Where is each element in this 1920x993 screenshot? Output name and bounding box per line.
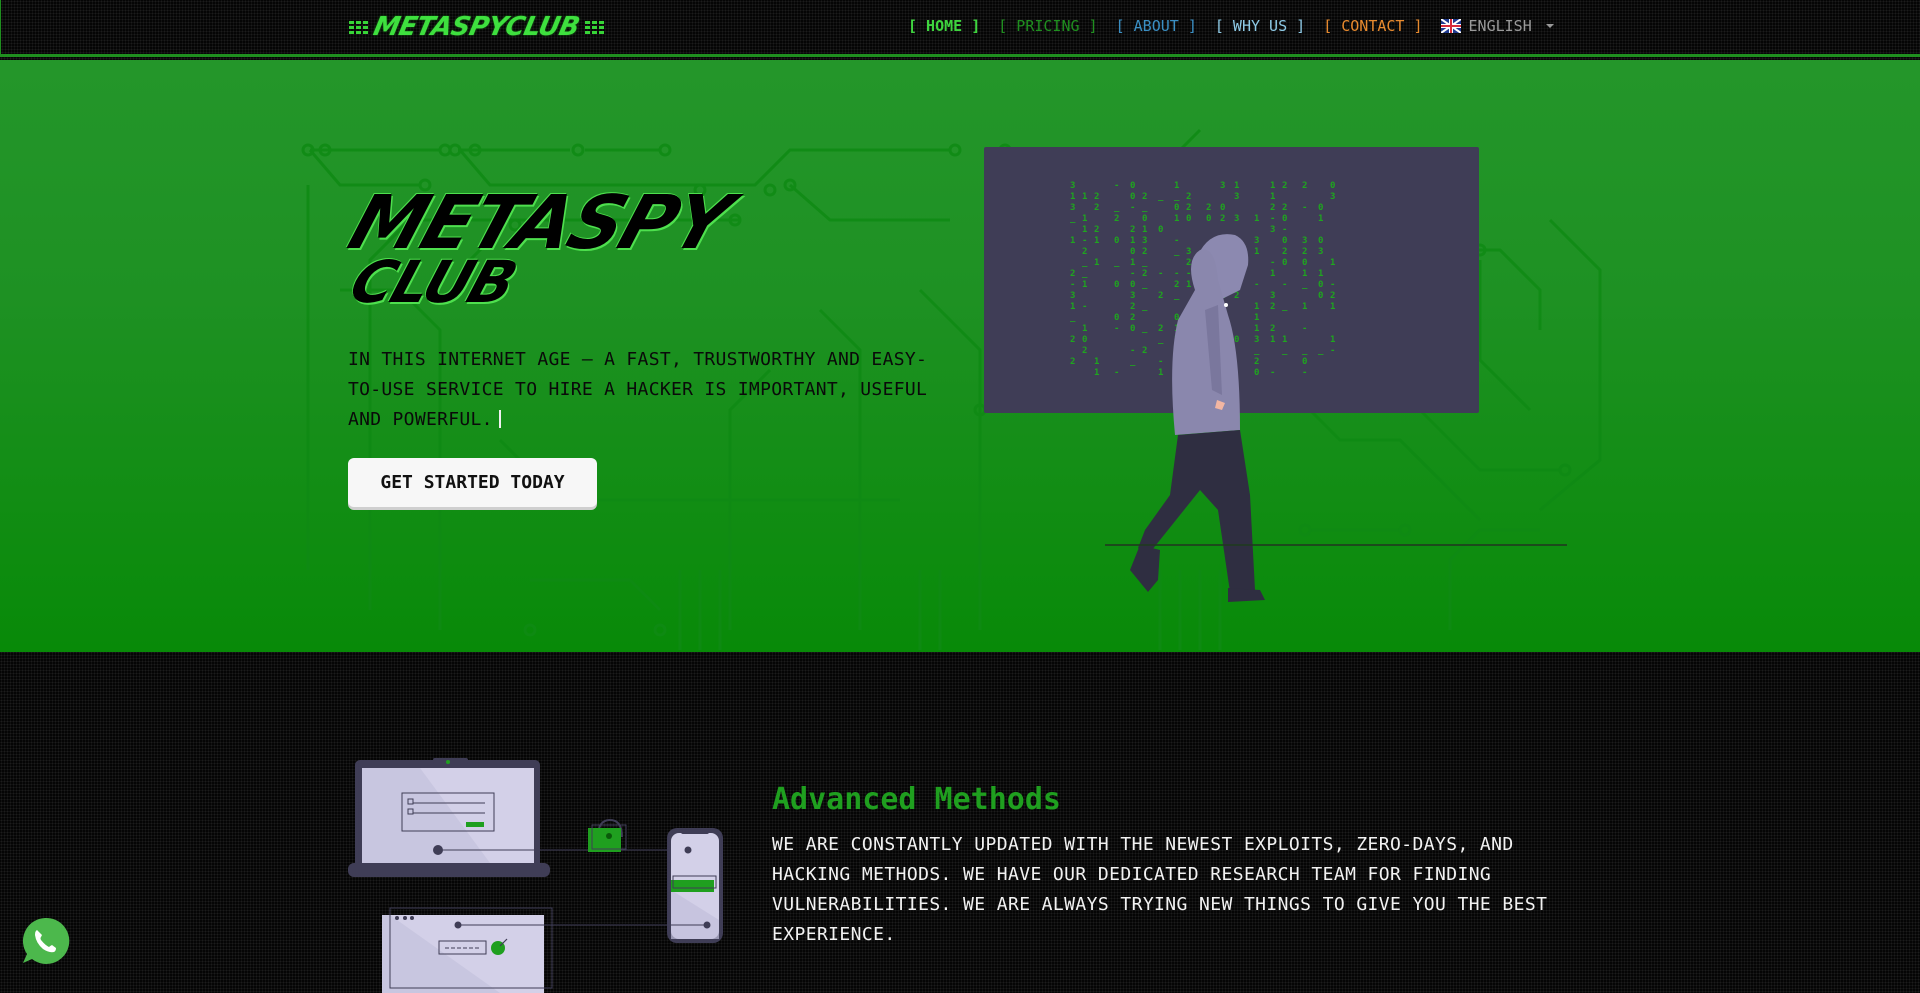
matrix-glyph: 1 (1082, 225, 1087, 235)
matrix-glyph: 3 (1070, 181, 1075, 191)
nav-pricing[interactable]: [ PRICING ] (998, 17, 1097, 35)
matrix-glyph: 1 (1094, 236, 1099, 246)
logo-dashes-right-icon (584, 20, 604, 34)
matrix-glyph: 1 (1082, 280, 1087, 290)
matrix-glyph: 1 (1270, 192, 1275, 202)
hooded-figure-illustration (1130, 234, 1265, 602)
matrix-glyph: 1 (1082, 214, 1087, 224)
matrix-glyph: _ (1082, 269, 1088, 279)
matrix-glyph: 2 (1082, 346, 1087, 356)
get-started-button[interactable]: GET STARTED TODAY (348, 458, 597, 507)
logo-text: METASPYCLUB (370, 12, 583, 42)
nav-contact[interactable]: [ CONTACT ] (1323, 17, 1422, 35)
secure-devices-illustration (348, 758, 723, 993)
hero-logo: METASPY CLUB (339, 180, 785, 320)
matrix-glyph: 2 (1070, 357, 1075, 367)
hero-tagline: IN THIS INTERNET AGE – A FAST, TRUSTWORT… (348, 345, 948, 435)
matrix-glyph: _ (1082, 258, 1088, 268)
matrix-glyph: 1 (1070, 302, 1075, 312)
matrix-glyph: 0 (1130, 181, 1135, 191)
typing-cursor (498, 410, 501, 428)
nav-why-us[interactable]: [ WHY US ] (1215, 17, 1305, 35)
matrix-glyph: 2 (1282, 181, 1287, 191)
matrix-glyph: 1 (1070, 236, 1075, 246)
matrix-glyph: - (1082, 236, 1087, 246)
matrix-glyph: 2 (1094, 203, 1099, 213)
hero-logo-line2: CLUB (341, 248, 524, 316)
matrix-glyph: 2 (1302, 181, 1307, 191)
matrix-glyph: 2 (1070, 269, 1075, 279)
matrix-glyph: 0 (1330, 181, 1335, 191)
ground-line (1105, 544, 1567, 546)
matrix-glyph: 0 (1130, 192, 1135, 202)
site-logo[interactable]: METASPYCLUB (349, 12, 604, 42)
matrix-glyph: 2 (1142, 192, 1147, 202)
matrix-glyph: 1 (1270, 181, 1275, 191)
nav-about[interactable]: [ ABOUT ] (1116, 17, 1197, 35)
matrix-glyph: - (1082, 302, 1087, 312)
feature-description: WE ARE CONSTANTLY UPDATED WITH THE NEWES… (772, 834, 1548, 945)
matrix-glyph: 1 (1234, 181, 1239, 191)
language-selector[interactable]: ENGLISH (1440, 17, 1554, 35)
matrix-glyph: _ (1158, 192, 1164, 202)
matrix-glyph: 3 (1070, 291, 1075, 301)
chevron-down-icon (1545, 24, 1554, 28)
matrix-glyph: 3 (1330, 192, 1335, 202)
matrix-glyph: _ (1174, 192, 1180, 202)
matrix-glyph: 0 (1082, 335, 1087, 345)
matrix-glyph: _ (1070, 313, 1076, 323)
matrix-glyph: - (1114, 181, 1119, 191)
language-label: ENGLISH (1468, 17, 1532, 35)
whatsapp-icon (22, 917, 70, 964)
matrix-glyph: 2 (1094, 192, 1099, 202)
matrix-glyph: 1 (1094, 258, 1099, 268)
uk-flag-icon (1440, 19, 1461, 33)
matrix-glyph: _ (1070, 214, 1076, 224)
matrix-glyph: 1 (1070, 192, 1075, 202)
matrix-glyph: 3 (1220, 181, 1225, 191)
matrix-glyph: 3 (1070, 203, 1075, 213)
navbar: METASPYCLUB [ HOME ] [ PRICING ] [ ABOUT… (0, 0, 1920, 57)
matrix-glyph: 2 (1070, 335, 1075, 345)
whatsapp-button[interactable] (20, 916, 70, 966)
hero-section: METASPY CLUB IN THIS INTERNET AGE – A FA… (0, 60, 1920, 652)
matrix-glyph: - (1070, 280, 1075, 290)
matrix-glyph: 1 (1174, 181, 1179, 191)
nav-home[interactable]: [ HOME ] (908, 17, 980, 35)
matrix-glyph: 1 (1094, 357, 1099, 367)
matrix-glyph: 3 (1234, 192, 1239, 202)
matrix-glyph: 2 (1186, 192, 1191, 202)
matrix-glyph: 2 (1082, 247, 1087, 257)
hero-tagline-text: IN THIS INTERNET AGE – A FAST, TRUSTWORT… (348, 349, 928, 430)
matrix-glyph: 1 (1082, 192, 1087, 202)
main-nav: [ HOME ] [ PRICING ] [ ABOUT ] [ WHY US … (908, 17, 1554, 35)
matrix-glyph: 1 (1082, 324, 1087, 334)
logo-dashes-left-icon (349, 20, 368, 34)
matrix-glyph: 1 (1094, 368, 1099, 378)
matrix-glyph: 2 (1094, 225, 1099, 235)
feature-title: Advanced Methods (772, 782, 1061, 817)
